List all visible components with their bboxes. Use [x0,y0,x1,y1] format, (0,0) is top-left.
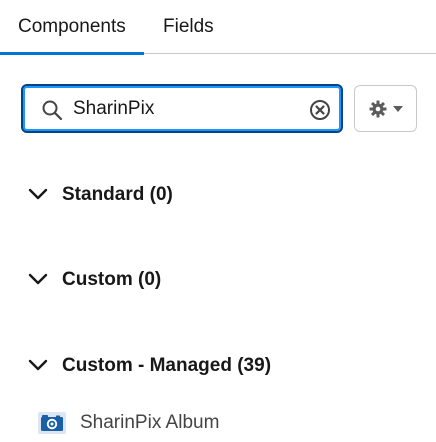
section-custom-label: Custom (0) [62,269,162,290]
tab-bar: Components Fields [0,0,436,55]
caret-down-icon [393,106,403,112]
camera-icon [38,412,66,434]
gear-icon [369,100,387,118]
component-panel: Components Fields SharinPix Standard (0)… [0,0,436,442]
section-custom-managed[interactable]: Custom - Managed (39) [28,350,328,382]
active-tab-indicator [0,52,144,55]
section-standard[interactable]: Standard (0) [28,179,228,211]
chevron-down-icon [28,188,48,200]
section-custom-managed-label: Custom - Managed (39) [62,355,272,376]
section-standard-label: Standard (0) [62,184,173,205]
tab-components[interactable]: Components [18,0,126,53]
search-icon [42,100,63,121]
settings-menu-button[interactable] [354,85,417,132]
search-input[interactable] [73,94,303,124]
search-box[interactable] [21,84,343,133]
tab-fields[interactable]: Fields [163,0,214,53]
section-custom[interactable]: Custom (0) [28,264,228,296]
clear-icon[interactable] [309,99,331,121]
list-item-sharinpix-album[interactable]: SharinPix Album [38,408,278,438]
list-item-label: SharinPix Album [80,412,220,433]
chevron-down-icon [28,359,48,371]
chevron-down-icon [28,273,48,285]
